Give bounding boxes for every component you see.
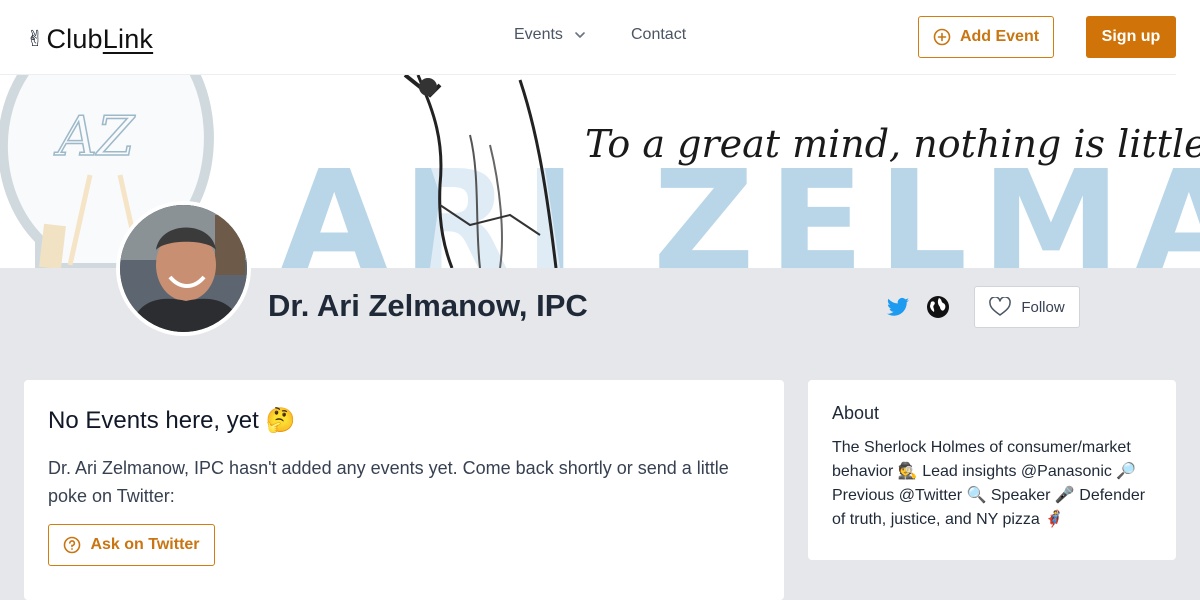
ask-on-twitter-button[interactable]: Ask on Twitter bbox=[48, 524, 215, 566]
follow-button[interactable]: Follow bbox=[974, 286, 1080, 328]
twitter-icon[interactable] bbox=[886, 295, 910, 319]
nav-contact-link[interactable]: Contact bbox=[631, 26, 686, 44]
heart-icon bbox=[989, 297, 1012, 316]
follow-label: Follow bbox=[1021, 298, 1065, 316]
about-text: The Sherlock Holmes of consumer/market b… bbox=[832, 439, 1146, 528]
chevron-down-icon bbox=[575, 32, 585, 38]
clublink-logo[interactable]: ✌ ClubLink bbox=[26, 22, 153, 56]
banner-quote: To a great mind, nothing is little... bbox=[585, 122, 1200, 166]
about-card: About The Sherlock Holmes of consumer/ma… bbox=[808, 380, 1176, 560]
profile-avatar bbox=[116, 201, 251, 336]
nav-contact-label: Contact bbox=[631, 26, 687, 43]
avatar-photo bbox=[120, 205, 247, 332]
sign-up-label: Sign up bbox=[1101, 28, 1161, 45]
add-event-label: Add Event bbox=[959, 28, 1040, 45]
empty-events-title: No Events here, yet 🤔 bbox=[48, 407, 296, 434]
nav-events-label: Events bbox=[514, 26, 563, 43]
events-card: No Events here, yet 🤔 Dr. Ari Zelmanow, … bbox=[24, 380, 784, 600]
add-event-button[interactable]: Add Event bbox=[918, 16, 1054, 58]
empty-events-description: Dr. Ari Zelmanow, IPC hasn't added any e… bbox=[48, 458, 729, 506]
question-circle-icon bbox=[64, 536, 81, 554]
top-navbar: ✌ ClubLink Events Contact Add Event Sign… bbox=[0, 0, 1200, 75]
nav-events-dropdown[interactable]: Events bbox=[514, 26, 587, 44]
plus-circle-icon bbox=[933, 28, 951, 46]
ask-on-twitter-label: Ask on Twitter bbox=[90, 536, 200, 553]
globe-icon[interactable] bbox=[926, 295, 950, 319]
logo-link-word: Link bbox=[102, 23, 154, 54]
about-title: About bbox=[832, 403, 880, 423]
profile-name: Dr. Ari Zelmanow, IPC bbox=[268, 288, 588, 323]
victory-hand-icon: ✌ bbox=[26, 26, 45, 51]
logo-text: ClubLink bbox=[46, 24, 153, 55]
logo-prefix: Club bbox=[46, 23, 103, 54]
banner-monogram: AZ bbox=[53, 105, 136, 168]
sign-up-button[interactable]: Sign up bbox=[1086, 16, 1176, 58]
